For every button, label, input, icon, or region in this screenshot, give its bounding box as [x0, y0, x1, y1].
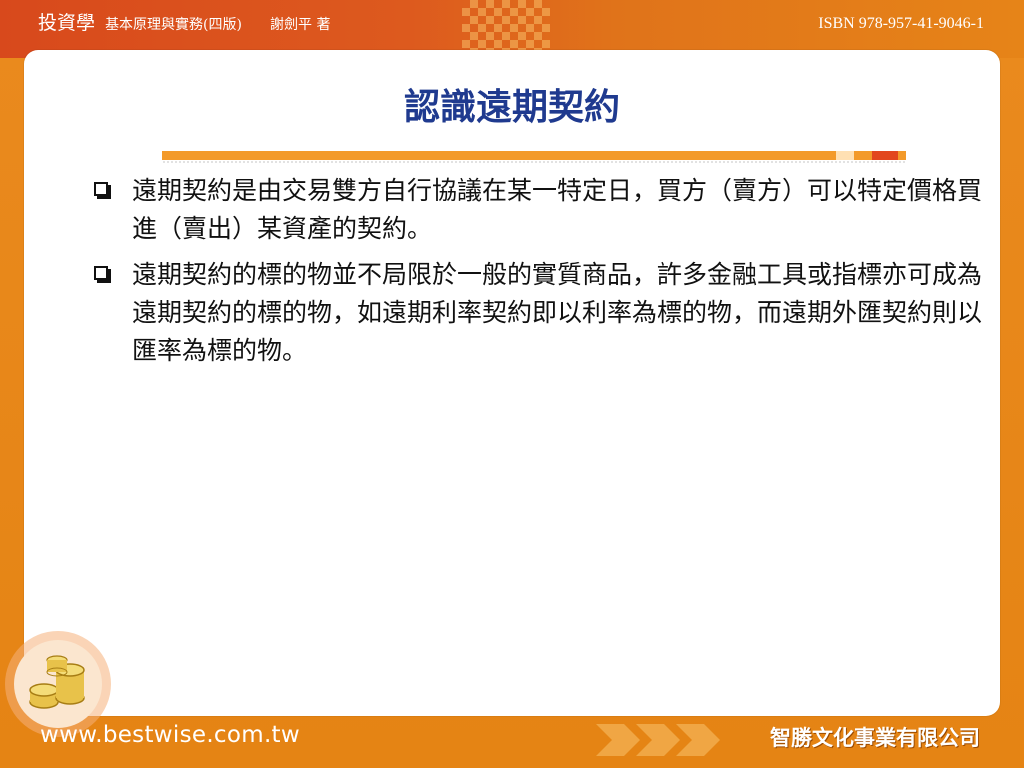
book-title: 投資學	[38, 12, 96, 34]
slide-card	[24, 50, 1000, 716]
checkbox-bullet-icon	[94, 182, 108, 196]
list-item: 遠期契約是由交易雙方自行協議在某一特定日，買方（賣方）可以特定價格買進（賣出）某…	[94, 172, 994, 248]
book-subtitle: 基本原理與實務(四版)	[105, 17, 242, 33]
rule-accent-red	[872, 151, 898, 160]
bullet-text: 遠期契約的標的物並不局限於一般的實質商品，許多金融工具或指標亦可成為遠期契約的標…	[132, 260, 983, 365]
bullet-list: 遠期契約是由交易雙方自行協議在某一特定日，買方（賣方）可以特定價格買進（賣出）某…	[94, 172, 994, 378]
author: 謝劍平 著	[270, 17, 331, 33]
website-link[interactable]: www.bestwise.com.tw	[40, 722, 300, 748]
book-title-line: 投資學 基本原理與實務(四版) 謝劍平 著	[38, 8, 331, 35]
list-item: 遠期契約的標的物並不局限於一般的實質商品，許多金融工具或指標亦可成為遠期契約的標…	[94, 256, 994, 370]
company-name: 智勝文化事業有限公司	[770, 726, 980, 750]
arrow-chevrons-icon	[596, 724, 720, 756]
rule-accent-light	[836, 151, 854, 160]
isbn: ISBN 978-957-41-9046-1	[818, 15, 984, 32]
bullet-text: 遠期契約是由交易雙方自行協議在某一特定日，買方（賣方）可以特定價格買進（賣出）某…	[132, 176, 983, 243]
checkbox-bullet-icon	[94, 266, 108, 280]
rule-dotted-line	[162, 161, 906, 163]
slide-title: 認識遠期契約	[403, 87, 620, 128]
title-rule	[162, 151, 906, 160]
